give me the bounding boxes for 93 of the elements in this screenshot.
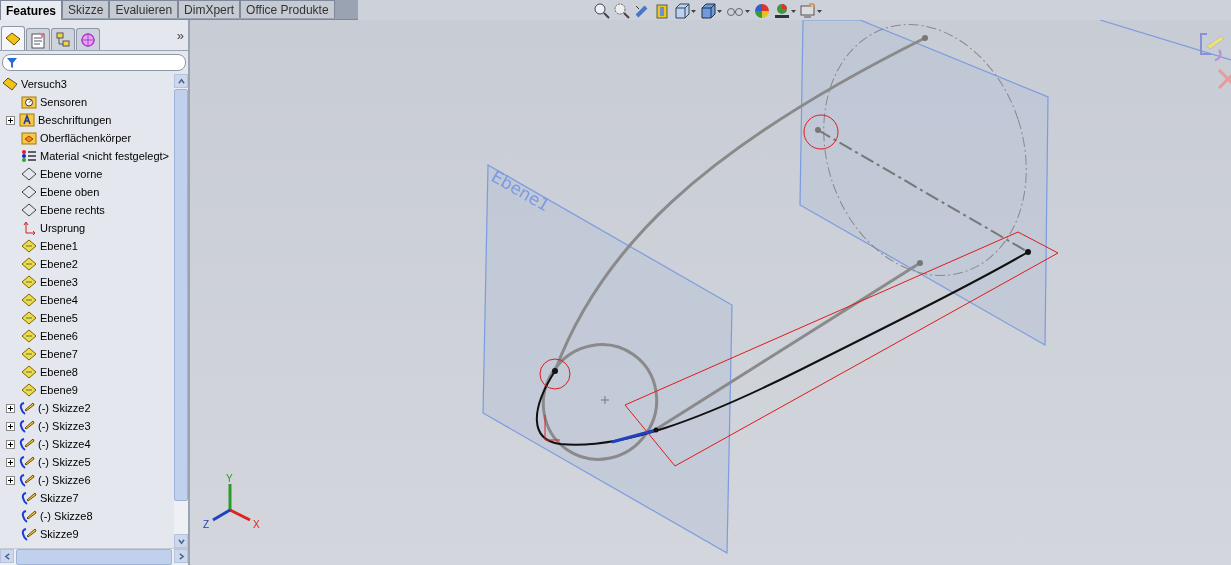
tree-item[interactable]: (-) Skizze3 bbox=[38, 420, 91, 432]
plane-icon bbox=[21, 383, 37, 397]
command-tab[interactable]: Office Produkte bbox=[240, 0, 335, 18]
highlight-circle bbox=[539, 358, 571, 390]
axis-triad-drawing bbox=[212, 484, 251, 522]
chevron-icon bbox=[3, 552, 11, 560]
scroll-down-button[interactable] bbox=[174, 534, 188, 548]
property-manager-tab[interactable] bbox=[26, 28, 50, 50]
tree-item[interactable]: Skizze7 bbox=[40, 492, 79, 504]
plane-icon bbox=[21, 311, 37, 325]
material-icon bbox=[21, 149, 37, 163]
plane-icon bbox=[21, 347, 37, 361]
color-wheel-icon[interactable] bbox=[754, 2, 770, 20]
tree-item[interactable]: (-) Skizze6 bbox=[38, 474, 91, 486]
sketch-icon bbox=[21, 509, 37, 523]
dimxpert-manager-tab[interactable] bbox=[76, 28, 100, 50]
tree-item[interactable]: Ebene2 bbox=[40, 258, 78, 270]
sketch-icon bbox=[19, 437, 35, 451]
horizontal-scrollbar[interactable] bbox=[0, 548, 188, 565]
tree-item[interactable]: Ebene9 bbox=[40, 384, 78, 396]
filter-icon bbox=[7, 57, 17, 68]
sketch-icon bbox=[19, 401, 35, 415]
tree-item[interactable]: Ebene oben bbox=[40, 186, 100, 198]
highlight-circle bbox=[803, 114, 839, 150]
command-tab[interactable]: DimXpert bbox=[178, 0, 241, 18]
command-tab[interactable]: Skizze bbox=[62, 0, 110, 18]
plane-icon bbox=[21, 275, 37, 289]
document-icon bbox=[30, 30, 46, 49]
tree-item[interactable]: Ebene rechts bbox=[40, 204, 105, 216]
axis-label: X bbox=[253, 519, 260, 530]
tree-item[interactable]: (-) Skizze4 bbox=[38, 438, 91, 450]
surface-folder-icon bbox=[21, 131, 37, 145]
tree-item[interactable]: Versuch3 bbox=[21, 78, 67, 90]
tree-item[interactable]: (-) Skizze2 bbox=[38, 402, 91, 414]
sketch-icon bbox=[21, 527, 37, 541]
tree-item[interactable]: Ebene8 bbox=[40, 366, 78, 378]
sketch-icon bbox=[21, 491, 37, 505]
scene-icon[interactable] bbox=[774, 2, 796, 20]
config-manager-tab[interactable] bbox=[51, 28, 75, 50]
sketch-icon bbox=[19, 455, 35, 469]
plane-icon bbox=[21, 293, 37, 307]
feature-manager-tab[interactable] bbox=[1, 26, 25, 50]
chevron-icon bbox=[177, 77, 185, 85]
tree-item[interactable]: Ebene7 bbox=[40, 348, 78, 360]
expand-toggle[interactable] bbox=[6, 475, 15, 485]
sketch-icon bbox=[19, 473, 35, 487]
more-tabs-button[interactable]: » bbox=[172, 27, 188, 43]
filter-field[interactable] bbox=[2, 54, 186, 71]
tree-item[interactable]: Ebene3 bbox=[40, 276, 78, 288]
expand-toggle[interactable] bbox=[6, 421, 15, 431]
gauge-folder-icon bbox=[21, 95, 37, 109]
command-tab[interactable]: Evaluieren bbox=[109, 0, 179, 18]
crosshair-icon bbox=[80, 31, 96, 48]
command-tab[interactable]: Features bbox=[0, 0, 63, 20]
plane-icon bbox=[21, 239, 37, 253]
plane-icon bbox=[21, 203, 37, 217]
part-icon bbox=[2, 77, 18, 91]
origin-icon bbox=[21, 221, 37, 235]
vertical-scrollbar[interactable] bbox=[174, 74, 188, 548]
letter-a-folder-icon bbox=[19, 113, 35, 127]
expand-toggle[interactable] bbox=[6, 457, 15, 467]
tree-item[interactable]: Beschriftungen bbox=[38, 114, 112, 126]
plane-icon bbox=[21, 185, 37, 199]
tree-item[interactable]: Ursprung bbox=[40, 222, 86, 234]
scroll-right-button[interactable] bbox=[174, 549, 188, 563]
expand-toggle[interactable] bbox=[6, 439, 15, 449]
hierarchy-icon bbox=[55, 30, 71, 49]
tree-item[interactable]: Sensoren bbox=[40, 96, 88, 108]
plane-icon bbox=[21, 257, 37, 271]
tree-item[interactable]: Ebene6 bbox=[40, 330, 78, 342]
axis-label: Y bbox=[226, 473, 233, 484]
tree-item[interactable]: Ebene vorne bbox=[40, 168, 103, 180]
sketch-icon bbox=[19, 419, 35, 433]
plane-icon bbox=[21, 167, 37, 181]
scroll-left-button[interactable] bbox=[0, 549, 14, 563]
zoom-area-icon[interactable] bbox=[614, 2, 630, 20]
tree-item[interactable]: Material <nicht festgelegt> bbox=[40, 150, 170, 162]
scroll-up-button[interactable] bbox=[174, 74, 188, 88]
display-style-icon[interactable] bbox=[700, 2, 722, 20]
tree-item[interactable]: Ebene4 bbox=[40, 294, 78, 306]
tree-item[interactable]: Skizze9 bbox=[40, 528, 79, 540]
tree-item[interactable]: Oberflächenkörper bbox=[40, 132, 132, 144]
tree-item[interactable]: (-) Skizze8 bbox=[40, 510, 93, 522]
view-orientation-icon[interactable] bbox=[674, 2, 696, 20]
zoom-to-fit-icon[interactable] bbox=[594, 2, 610, 20]
expand-toggle[interactable] bbox=[6, 403, 15, 413]
expand-toggle[interactable] bbox=[6, 115, 15, 125]
tree-item[interactable]: Ebene1 bbox=[40, 240, 78, 252]
plane-icon bbox=[21, 329, 37, 343]
plane-icon bbox=[21, 365, 37, 379]
axis-label: Z bbox=[203, 519, 210, 530]
tree-item[interactable]: (-) Skizze5 bbox=[38, 456, 91, 468]
tree-item[interactable]: Ebene5 bbox=[40, 312, 78, 324]
